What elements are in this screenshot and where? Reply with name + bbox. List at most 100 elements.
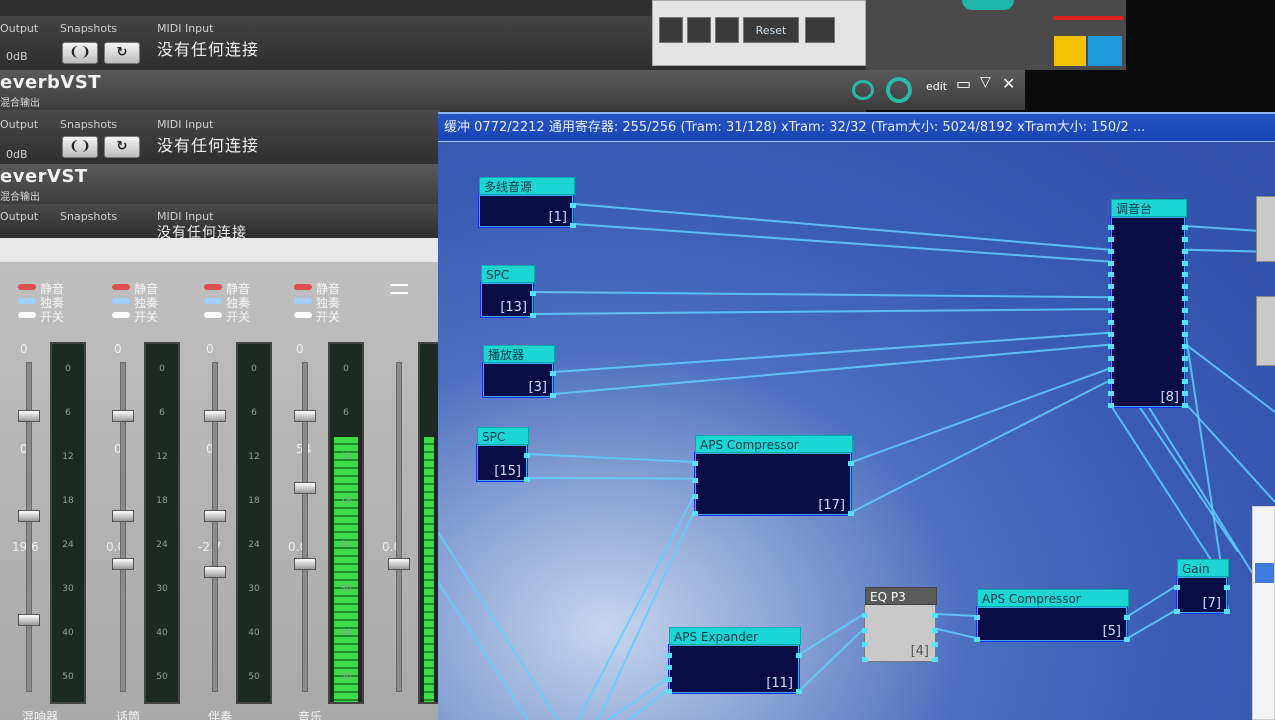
gain-fader-knob[interactable] <box>112 410 134 422</box>
input-pin[interactable] <box>666 677 672 682</box>
patch-module-m7[interactable]: Gain [7] <box>1174 559 1230 614</box>
input-pin[interactable] <box>1108 308 1114 314</box>
output-pin[interactable] <box>932 627 938 633</box>
menu-icon[interactable]: ▽ <box>980 74 991 90</box>
input-pin[interactable] <box>692 477 698 483</box>
solo-led-icon[interactable] <box>294 298 312 304</box>
mute-led-icon[interactable] <box>204 284 222 290</box>
patch-module-m1[interactable]: 多线音源 [1] <box>478 177 576 228</box>
reverb1-titlebar[interactable]: everbVST 混合输出 edit ▭ ▽ ✕ <box>0 70 1025 110</box>
close-icon[interactable]: ✕ <box>1002 74 1015 93</box>
link-icon[interactable] <box>852 80 874 100</box>
input-pin[interactable] <box>666 665 672 670</box>
popup-btn-1[interactable] <box>659 17 683 43</box>
input-pin[interactable] <box>1108 296 1114 302</box>
output-pin[interactable] <box>530 291 536 296</box>
reverb1-snapshot-reload-button[interactable]: ↻ <box>104 136 140 158</box>
snapshot-prev-button[interactable]: ❨❩ <box>62 42 98 64</box>
input-pin[interactable] <box>1108 236 1114 242</box>
level-fader-knob[interactable] <box>388 558 410 570</box>
gain-fader-knob[interactable] <box>18 410 40 422</box>
patch-module-m17[interactable]: APS Compressor [17] <box>692 435 854 516</box>
switch-led-icon[interactable] <box>18 312 36 318</box>
input-pin[interactable] <box>692 494 698 500</box>
patch-module-meq[interactable]: EQ P3 [4] <box>862 587 938 662</box>
output-pin[interactable] <box>1182 236 1188 242</box>
output-pin[interactable] <box>1124 615 1130 620</box>
output-pin[interactable] <box>1182 225 1188 230</box>
input-pin[interactable] <box>862 613 868 618</box>
input-pin[interactable] <box>666 653 672 658</box>
output-pin[interactable] <box>1182 260 1188 266</box>
mute-led-icon[interactable] <box>18 284 36 290</box>
popup-btn-2[interactable] <box>687 17 711 43</box>
output-pin[interactable] <box>1182 367 1188 373</box>
output-pin[interactable] <box>1182 355 1188 361</box>
patch-module-title[interactable]: 播放器 <box>483 345 555 363</box>
patch-module-m13[interactable]: SPC [13] <box>480 265 536 318</box>
edit-button[interactable]: edit <box>926 80 947 93</box>
gain-fader-knob[interactable] <box>294 410 316 422</box>
input-pin[interactable] <box>974 615 980 620</box>
midi-input-value[interactable]: 没有任何连接 <box>157 36 259 60</box>
input-pin[interactable] <box>862 657 868 662</box>
output-pin[interactable] <box>1182 403 1188 408</box>
input-pin[interactable] <box>1108 284 1114 290</box>
input-pin[interactable] <box>1108 343 1114 349</box>
patch-module-title[interactable]: 调音台 <box>1111 199 1187 217</box>
output-pin[interactable] <box>796 653 802 658</box>
output-pin[interactable] <box>1182 248 1188 254</box>
input-pin[interactable] <box>1108 319 1114 325</box>
patch-module-m3[interactable]: 播放器 [3] <box>482 345 556 398</box>
patch-module-m5[interactable]: APS Compressor [5] <box>974 589 1130 642</box>
switch-led-icon[interactable] <box>204 312 222 318</box>
pan-fader-knob[interactable] <box>18 510 40 522</box>
switch-led-icon[interactable] <box>112 312 130 318</box>
output-pin[interactable] <box>1182 379 1188 385</box>
output-pin[interactable] <box>796 689 802 694</box>
level-fader-knob[interactable] <box>294 558 316 570</box>
popup-reset-button[interactable]: Reset <box>743 17 799 43</box>
output-pin[interactable] <box>1182 331 1188 337</box>
mute-led-icon[interactable] <box>112 284 130 290</box>
scroll-thumb[interactable] <box>1255 563 1274 583</box>
solo-led-icon[interactable] <box>204 298 222 304</box>
input-pin[interactable] <box>1108 379 1114 385</box>
output-pin[interactable] <box>530 313 536 318</box>
output-pin[interactable] <box>1182 343 1188 349</box>
output-pin[interactable] <box>1182 284 1188 290</box>
pan-fader-knob[interactable] <box>294 482 316 494</box>
patch-module-m8[interactable]: 调音台 [8] <box>1108 199 1188 408</box>
input-pin[interactable] <box>1108 272 1114 278</box>
output-pin[interactable] <box>550 393 556 398</box>
output-pin[interactable] <box>932 642 938 648</box>
output-pin[interactable] <box>848 461 854 466</box>
input-pin[interactable] <box>1108 260 1114 266</box>
side-scroll-panel[interactable] <box>1252 506 1275 720</box>
output-pin[interactable] <box>1182 272 1188 278</box>
output-pin[interactable] <box>524 453 530 458</box>
popup-btn-3[interactable] <box>715 17 739 43</box>
output-pin[interactable] <box>550 371 556 376</box>
minimize-icon[interactable]: ▭ <box>956 74 971 93</box>
snapshot-reload-button[interactable]: ↻ <box>104 42 140 64</box>
reverb1-midi-value[interactable]: 没有任何连接 <box>157 132 259 156</box>
output-pin[interactable] <box>932 657 938 662</box>
reverb2-titlebar[interactable]: everVST 混合输出 <box>0 164 440 204</box>
input-pin[interactable] <box>1108 248 1114 254</box>
input-pin[interactable] <box>692 461 698 466</box>
output-pin[interactable] <box>1182 296 1188 302</box>
input-pin[interactable] <box>1108 225 1114 230</box>
patch-module-title[interactable]: Gain <box>1177 559 1229 577</box>
switch-led-icon[interactable] <box>294 312 312 318</box>
input-pin[interactable] <box>692 511 698 516</box>
output-pin[interactable] <box>1124 637 1130 642</box>
pan-fader-knob[interactable] <box>112 510 134 522</box>
input-pin[interactable] <box>1174 585 1180 590</box>
solo-led-icon[interactable] <box>112 298 130 304</box>
patch-module-m15[interactable]: SPC [15] <box>476 427 530 482</box>
output-pin[interactable] <box>1224 585 1230 590</box>
input-pin[interactable] <box>1108 331 1114 337</box>
patch-module-title[interactable]: 多线音源 <box>479 177 575 195</box>
input-pin[interactable] <box>862 642 868 648</box>
